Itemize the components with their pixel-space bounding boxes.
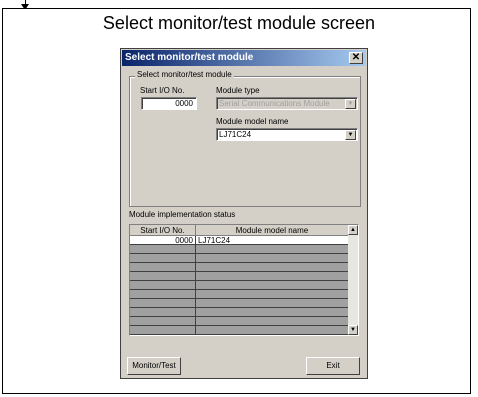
empty-cell xyxy=(196,290,349,299)
empty-cell xyxy=(130,290,196,299)
table-row-empty[interactable] xyxy=(130,299,349,308)
empty-cell xyxy=(196,245,349,254)
empty-cell xyxy=(196,254,349,263)
dialog-titlebar: Select monitor/test module ✕ xyxy=(122,50,366,66)
table-row-empty[interactable] xyxy=(130,272,349,281)
select-module-group xyxy=(129,76,361,207)
table-row-empty[interactable] xyxy=(130,254,349,263)
empty-cell xyxy=(130,308,196,317)
empty-cell xyxy=(196,308,349,317)
table-row-empty[interactable] xyxy=(130,308,349,317)
close-icon: ✕ xyxy=(351,52,361,63)
figure-caption: Select monitor/test module screen xyxy=(102,13,376,33)
module-model-label: Module model name xyxy=(216,117,289,126)
module-status-table: Start I/O No. Module model name 0000 LJ7… xyxy=(129,224,359,336)
empty-cell xyxy=(196,299,349,308)
impl-status-label: Module implementation status xyxy=(129,210,236,219)
table-row-empty[interactable] xyxy=(130,317,349,326)
table-row-empty[interactable] xyxy=(130,245,349,254)
close-button[interactable]: ✕ xyxy=(349,52,363,64)
chevron-down-icon[interactable]: ▼ xyxy=(345,130,356,140)
scroll-up-icon[interactable]: ▲ xyxy=(348,225,358,235)
module-type-select: Serial Communications Module ▼ xyxy=(216,97,358,110)
empty-cell xyxy=(130,299,196,308)
table-scrollbar[interactable]: ▲ ▼ xyxy=(348,225,358,335)
row-start-io: 0000 xyxy=(130,236,196,245)
table-row[interactable]: 0000 LJ71C24 xyxy=(130,236,349,245)
empty-cell xyxy=(196,281,349,290)
group-label: Select monitor/test module xyxy=(135,70,234,79)
start-io-label: Start I/O No. xyxy=(140,86,185,95)
module-model-value: LJ71C24 xyxy=(219,130,252,139)
table-row-empty[interactable] xyxy=(130,281,349,290)
empty-cell xyxy=(196,272,349,281)
module-type-label: Module type xyxy=(216,86,260,95)
select-module-dialog: Select monitor/test module ✕ Select moni… xyxy=(120,48,368,379)
module-type-value: Serial Communications Module xyxy=(219,99,330,108)
chevron-down-icon: ▼ xyxy=(345,99,356,109)
table-row-empty[interactable] xyxy=(130,290,349,299)
start-io-input[interactable]: 0000 xyxy=(141,97,197,110)
table-row-empty[interactable] xyxy=(130,326,349,335)
empty-cell xyxy=(130,254,196,263)
scroll-down-icon[interactable]: ▼ xyxy=(348,325,358,335)
empty-cell xyxy=(196,317,349,326)
row-model: LJ71C24 xyxy=(196,236,349,245)
empty-cell xyxy=(130,272,196,281)
exit-button[interactable]: Exit xyxy=(306,357,360,375)
empty-cell xyxy=(196,326,349,335)
table-header: Start I/O No. Module model name xyxy=(130,225,349,236)
module-model-select[interactable]: LJ71C24 ▼ xyxy=(216,128,358,141)
empty-cell xyxy=(130,245,196,254)
empty-cell xyxy=(130,326,196,335)
empty-cell xyxy=(196,263,349,272)
col-start-io[interactable]: Start I/O No. xyxy=(130,225,196,236)
col-model-name[interactable]: Module model name xyxy=(196,225,349,236)
empty-cell xyxy=(130,317,196,326)
monitor-test-button[interactable]: Monitor/Test xyxy=(127,357,181,375)
empty-cell xyxy=(130,263,196,272)
table-row-empty[interactable] xyxy=(130,263,349,272)
dialog-title: Select monitor/test module xyxy=(125,52,254,63)
empty-cell xyxy=(130,281,196,290)
